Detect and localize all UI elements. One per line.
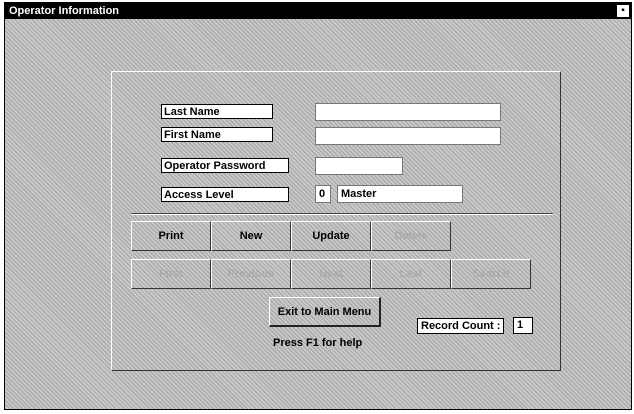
last-name-input[interactable] [315, 103, 501, 121]
record-count-label: Record Count : [417, 318, 505, 334]
new-button[interactable]: New [211, 221, 291, 251]
previous-record-button[interactable]: Previous [211, 259, 291, 289]
first-name-input[interactable] [315, 127, 501, 145]
access-level-label: Access Level [161, 187, 289, 202]
operator-password-input[interactable] [315, 157, 403, 175]
operator-password-label: Operator Password [161, 158, 289, 173]
window-title: Operator Information [9, 5, 120, 17]
search-button[interactable]: Search [451, 259, 531, 289]
exit-to-main-menu-button[interactable]: Exit to Main Menu [269, 297, 381, 327]
first-record-button[interactable]: First [131, 259, 211, 289]
print-button[interactable]: Print [131, 221, 211, 251]
form-divider [131, 213, 553, 215]
access-level-name-field[interactable]: Master [337, 185, 463, 203]
next-record-button[interactable]: Next [291, 259, 371, 289]
help-hint: Press F1 for help [273, 337, 363, 349]
record-count-value: 1 [513, 317, 533, 334]
last-name-label: Last Name [161, 104, 273, 119]
operator-information-window: Operator Information ▪ Last Name First N… [4, 2, 632, 410]
access-level-code-field[interactable]: 0 [315, 185, 331, 203]
delete-button[interactable]: Delete [371, 221, 451, 251]
update-button[interactable]: Update [291, 221, 371, 251]
title-bar: Operator Information ▪ [5, 3, 631, 19]
first-name-label: First Name [161, 127, 273, 142]
last-record-button[interactable]: Last [371, 259, 451, 289]
close-icon[interactable]: ▪ [617, 5, 629, 17]
